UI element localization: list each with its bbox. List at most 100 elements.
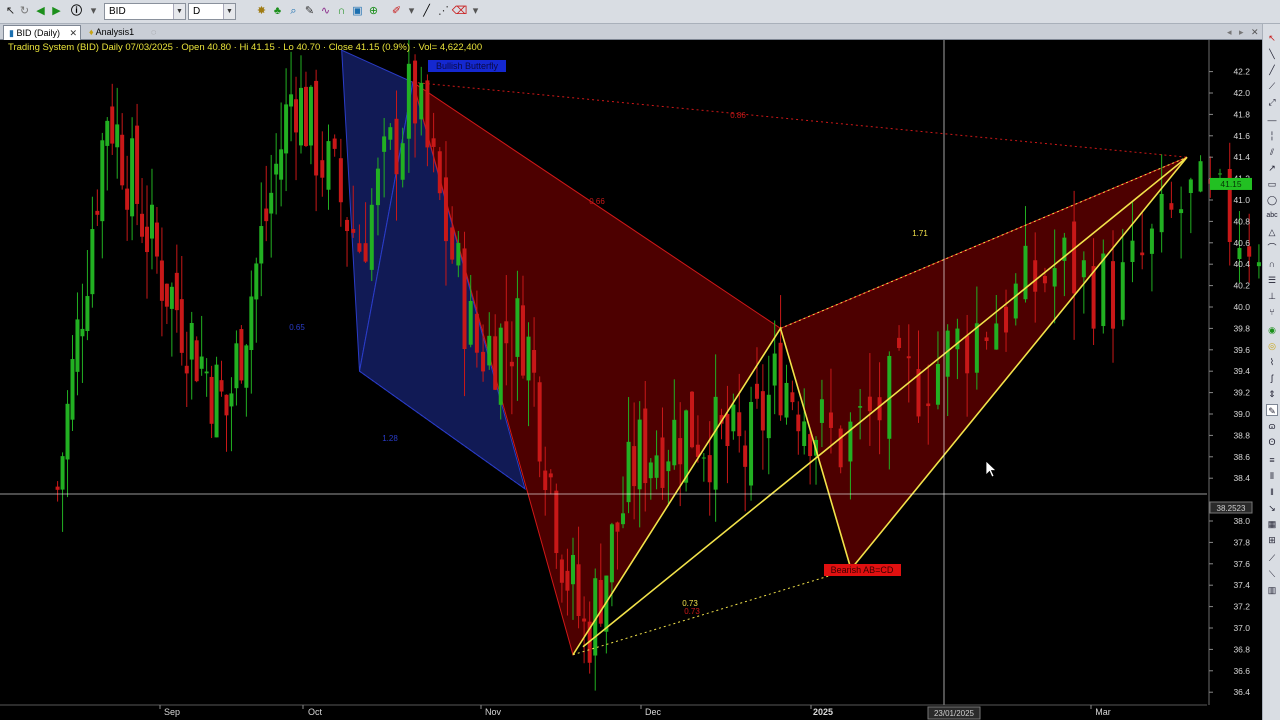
eraser-icon[interactable]: ⌫	[451, 3, 468, 20]
line-tool-icon[interactable]: ╲	[1266, 48, 1278, 60]
candle-body	[537, 382, 542, 462]
symbol-value: BID	[109, 6, 126, 17]
interval-dropdown-icon[interactable]: ▼	[223, 4, 235, 19]
trendline-tool-icon[interactable]: ⟋	[1266, 80, 1278, 92]
pattern-tool-icon[interactable]: ◉	[1266, 324, 1278, 336]
interval-select[interactable]: D ▼	[188, 3, 236, 20]
pen-icon[interactable]: ╱	[418, 3, 435, 20]
price-tick-label: 42.2	[1233, 67, 1250, 77]
candle-body	[965, 335, 970, 374]
refresh-icon[interactable]: ↻	[16, 3, 33, 20]
price-tick-label: 39.0	[1233, 409, 1250, 419]
harmonic-tool-icon[interactable]: ◎	[1266, 340, 1278, 352]
candle-body	[984, 337, 989, 342]
time-tick-label: Oct	[308, 707, 323, 717]
gann-tool-icon[interactable]: ⊥	[1266, 290, 1278, 302]
layout-icon[interactable]: ▣	[349, 3, 366, 20]
candle-body	[289, 94, 294, 107]
candle-body	[443, 177, 448, 242]
channel-tool-icon[interactable]: ⫽	[1266, 146, 1278, 158]
vertical-line-icon[interactable]: ╎	[1266, 130, 1278, 142]
pattern-icon[interactable]: ✸	[253, 3, 270, 20]
candle-body	[204, 371, 209, 374]
marker-tool-icon[interactable]: ʘ	[1266, 436, 1278, 448]
candle-body	[654, 455, 659, 478]
ratio-label: 1.71	[912, 229, 928, 238]
columns-tool-icon[interactable]: ‖	[1266, 486, 1278, 498]
arc-tool-icon[interactable]: ∩	[1266, 258, 1278, 270]
tab-analysis1[interactable]: ♦ Analysis1	[84, 25, 146, 40]
candle-body	[75, 319, 80, 372]
brush-tool-icon[interactable]: ɷ	[1266, 420, 1278, 432]
candle-body	[1072, 221, 1077, 294]
candle-body	[749, 401, 754, 486]
magnet-icon[interactable]: ∩	[333, 3, 350, 20]
wave-icon[interactable]: ∿	[317, 3, 334, 20]
polyline-tool-icon[interactable]: ⌒	[1266, 242, 1278, 254]
candle-body	[90, 229, 95, 295]
candle-body	[926, 403, 931, 407]
candle-body	[1179, 209, 1184, 214]
candle-body	[858, 406, 863, 408]
time-tick-label: Mar	[1095, 707, 1111, 717]
arrow-down-tool-icon[interactable]: ↘	[1266, 502, 1278, 514]
dotted-line-icon[interactable]: ⋰	[435, 3, 452, 20]
candle-body	[314, 80, 319, 176]
candle-body	[582, 618, 587, 622]
wave-tool-icon[interactable]: ʃ	[1266, 372, 1278, 384]
candle-body	[1247, 246, 1252, 257]
candle-body	[338, 158, 343, 203]
more-dropdown-icon[interactable]: ▾	[467, 3, 484, 20]
analysis-tab-icon: ♦	[89, 27, 94, 37]
rectangle-tool-icon[interactable]: ▭	[1266, 178, 1278, 190]
measure-tool-icon[interactable]: ⇕	[1266, 388, 1278, 400]
triangle-tool-icon[interactable]: △	[1266, 226, 1278, 238]
zoom-icon[interactable]: ⌕	[285, 3, 302, 20]
ray-tool-icon[interactable]: ╱	[1266, 64, 1278, 76]
ruler-tool-icon[interactable]: ≡	[1266, 454, 1278, 466]
table-tool-icon[interactable]: ⊞	[1266, 534, 1278, 546]
candle-body	[554, 490, 559, 554]
pen-tool-icon[interactable]: ✎	[1266, 404, 1278, 416]
cycle-tool-icon[interactable]: ⌇	[1266, 356, 1278, 368]
symbol-input[interactable]: BID ▼	[104, 3, 186, 20]
time-tick-label: Dec	[645, 707, 662, 717]
symbol-dropdown-icon[interactable]: ▼	[173, 4, 185, 19]
candle-icon[interactable]: ♣	[269, 3, 286, 20]
tab-bid-daily[interactable]: ▮ BID (Daily) ✕	[3, 25, 81, 40]
price-chart[interactable]: Bullish Butterfly Bearish AB=CD 0.86 0.66 0.…	[0, 40, 1262, 720]
candle-body	[1120, 262, 1125, 320]
candle-body	[1218, 173, 1223, 175]
grid-tool-icon[interactable]: ▦	[1266, 518, 1278, 530]
candle-body	[1130, 240, 1135, 263]
close-window-icon[interactable]: ✕	[1246, 25, 1260, 40]
text-tool-icon[interactable]: abc	[1266, 210, 1278, 222]
drawing-icon[interactable]: ✎	[301, 3, 318, 20]
dropdown-arrow-icon[interactable]: ▾	[85, 3, 102, 20]
slash-tool-icon[interactable]: ⟋	[1266, 552, 1278, 564]
candle-body	[621, 513, 626, 525]
extended-line-icon[interactable]: ⤢	[1266, 96, 1278, 108]
candle-body	[543, 470, 548, 491]
pitchfork-tool-icon[interactable]: ⑂	[1266, 306, 1278, 318]
arrow-tool-icon[interactable]: ↗	[1266, 162, 1278, 174]
forward-icon[interactable]: ▶	[48, 3, 65, 20]
close-tab-icon[interactable]: ✕	[69, 26, 77, 41]
new-tab-icon[interactable]: ◌	[146, 25, 158, 40]
candle-body	[462, 248, 467, 350]
candle-body	[85, 296, 90, 332]
horizontal-line-icon[interactable]: —	[1266, 114, 1278, 126]
candle-body	[224, 394, 229, 416]
regression-tool-icon[interactable]: ⟍	[1266, 568, 1278, 580]
back-icon[interactable]: ◀	[32, 3, 49, 20]
columns-grid-icon[interactable]: ▥	[1266, 584, 1278, 596]
ellipse-tool-icon[interactable]: ◯	[1266, 194, 1278, 206]
info-icon[interactable]: ⓘ	[68, 3, 85, 20]
select-tool-icon[interactable]: ↖	[1266, 32, 1278, 44]
plus-icon[interactable]: ⊕	[365, 3, 382, 20]
candle-body	[935, 363, 940, 405]
candle-body	[382, 136, 387, 152]
candle-body	[369, 204, 374, 270]
bars-tool-icon[interactable]: ⦀	[1266, 470, 1278, 482]
fibonacci-tool-icon[interactable]: ☰	[1266, 274, 1278, 286]
